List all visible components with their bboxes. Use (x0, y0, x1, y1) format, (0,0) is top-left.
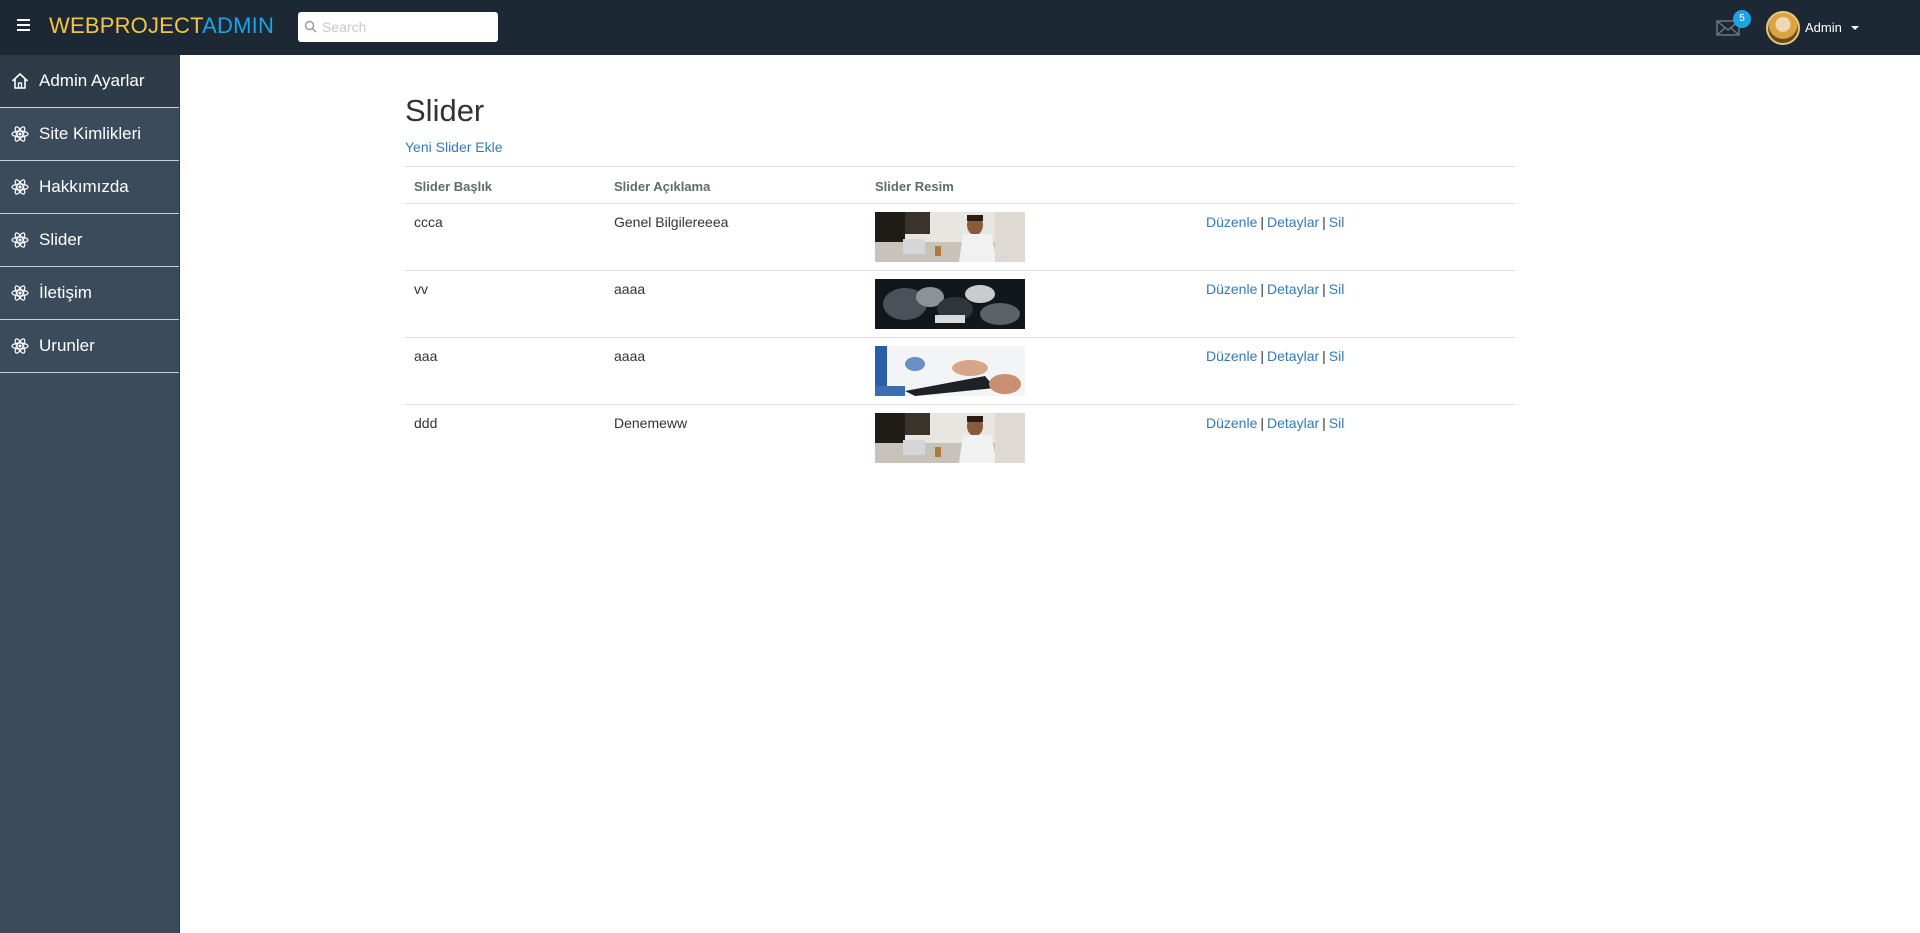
man-laptop-photo (875, 413, 1025, 463)
slider-desc-cell: aaaa (605, 337, 866, 405)
sidebar-item-site-kimlikleri[interactable]: Site Kimlikleri (0, 108, 179, 161)
action-separator: | (1322, 214, 1326, 230)
brand-part2: ADMIN (202, 13, 275, 38)
new-slider-link[interactable]: Yeni Slider Ekle (405, 139, 503, 155)
details-link[interactable]: Detaylar (1267, 348, 1319, 364)
page-title: Slider (405, 93, 485, 128)
atom-icon (11, 125, 29, 143)
column-header: Slider Başlık (405, 166, 605, 204)
sidebar-item-admin-ayarlar[interactable]: Admin Ayarlar (0, 55, 179, 108)
row-actions: Düzenle | Detaylar | Sil (1197, 270, 1515, 338)
slider-title-cell: ddd (414, 415, 438, 431)
atom-icon (11, 178, 29, 196)
edit-link[interactable]: Düzenle (1206, 214, 1257, 230)
details-link[interactable]: Detaylar (1267, 415, 1319, 431)
table-row: ddd Denemeww Düzenle | Detaylar | Sil (405, 405, 1515, 472)
sidebar-item-hakkimizda[interactable]: Hakkımızda (0, 161, 179, 214)
search-icon (304, 20, 317, 33)
sidebar-item-label: Admin Ayarlar (39, 71, 145, 90)
action-separator: | (1260, 281, 1265, 297)
details-link[interactable]: Detaylar (1267, 281, 1319, 297)
action-separator: | (1322, 415, 1326, 431)
action-separator: | (1260, 348, 1265, 364)
slider-table: Slider Başlık Slider Açıklama Slider Res… (405, 166, 1515, 472)
table-row: ccca Genel Bilgilereeea Düzenle | Detayl… (405, 203, 1515, 271)
search-input[interactable] (322, 19, 492, 35)
brand-part1: WEBPROJECT (49, 13, 203, 38)
action-separator: | (1322, 348, 1326, 364)
slider-title-cell: ccca (405, 203, 605, 271)
top-navbar: WEBPROJECTADMIN 5 Admin (0, 0, 1920, 55)
column-header: Slider Resim (866, 166, 1197, 204)
row-actions: Düzenle | Detaylar | Sil (1197, 203, 1515, 271)
atom-icon (11, 337, 29, 355)
delete-link[interactable]: Sil (1329, 415, 1345, 431)
sidebar-item-label: İletişim (39, 283, 92, 302)
sidebar: Admin Ayarlar Site Kimlikleri Hakkımızda… (0, 55, 180, 933)
action-separator: | (1260, 214, 1265, 230)
menu-toggle-icon[interactable] (17, 19, 33, 35)
sidebar-item-label: Site Kimlikleri (39, 124, 142, 143)
action-separator: | (1322, 281, 1326, 297)
delete-link[interactable]: Sil (1329, 348, 1345, 364)
action-separator: | (1260, 415, 1265, 431)
desk-dark-photo (875, 279, 1025, 329)
delete-link[interactable]: Sil (1329, 214, 1345, 230)
slider-title-cell: vv (405, 270, 605, 338)
caret-down-icon[interactable] (1851, 26, 1859, 30)
sidebar-item-iletisim[interactable]: İletişim (0, 267, 179, 320)
edit-link[interactable]: Düzenle (1206, 415, 1257, 431)
search-box (298, 12, 498, 42)
column-header: Slider Açıklama (605, 166, 866, 204)
sidebar-item-slider[interactable]: Slider (0, 214, 179, 267)
atom-icon (11, 284, 29, 302)
hands-tablet-photo (875, 346, 1025, 396)
brand-logo[interactable]: WEBPROJECTADMIN (49, 13, 274, 39)
slider-image-cell (866, 270, 1197, 338)
sidebar-item-label: Slider (39, 230, 83, 249)
user-name[interactable]: Admin (1805, 20, 1842, 35)
row-actions: Düzenle | Detaylar | Sil (1197, 405, 1515, 472)
slider-title-cell: aaa (405, 337, 605, 405)
avatar[interactable] (1766, 11, 1800, 45)
edit-link[interactable]: Düzenle (1206, 348, 1257, 364)
man-laptop-photo (875, 212, 1025, 262)
sidebar-item-label: Urunler (39, 336, 95, 355)
delete-link[interactable]: Sil (1329, 281, 1345, 297)
slider-desc-cell: Genel Bilgilereeea (605, 203, 866, 271)
table-header-row: Slider Başlık Slider Açıklama Slider Res… (405, 166, 1515, 204)
atom-icon (11, 231, 29, 249)
details-link[interactable]: Detaylar (1267, 214, 1319, 230)
column-header (1197, 166, 1515, 204)
mail-count-badge: 5 (1733, 10, 1751, 28)
table-row: vv aaaa Düzenle | Detaylar | Sil (405, 270, 1515, 338)
slider-image-cell (866, 405, 1197, 472)
slider-desc-cell: aaaa (605, 270, 866, 338)
slider-image-cell (866, 203, 1197, 271)
slider-image-cell (866, 337, 1197, 405)
table-row: aaa aaaa Düzenle | Detaylar | Sil (405, 337, 1515, 405)
row-actions: Düzenle | Detaylar | Sil (1197, 337, 1515, 405)
slider-desc-cell: Denemeww (614, 415, 688, 431)
sidebar-item-label: Hakkımızda (39, 177, 129, 196)
home-icon (11, 72, 29, 90)
edit-link[interactable]: Düzenle (1206, 281, 1257, 297)
sidebar-item-urunler[interactable]: Urunler (0, 320, 179, 373)
